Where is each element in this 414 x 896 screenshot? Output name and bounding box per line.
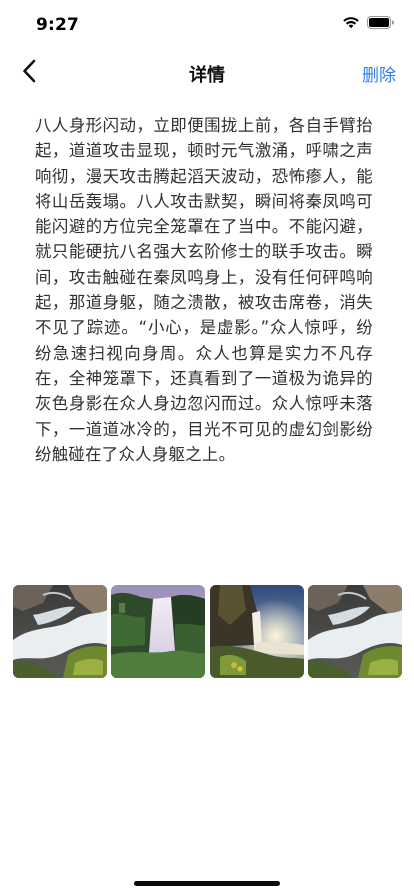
gallery-thumb-4[interactable] (307, 585, 402, 678)
waterfall-rocks-image (307, 585, 402, 678)
home-indicator[interactable] (134, 881, 280, 886)
waterfall-sunset-image (209, 585, 304, 678)
waterfall-rocks-image (13, 585, 107, 678)
battery-icon (367, 16, 394, 29)
skogafoss-waterfall-image (111, 585, 206, 678)
wifi-icon (342, 16, 360, 29)
status-bar: 9:27 (0, 0, 414, 47)
gallery-thumb-2[interactable] (111, 585, 206, 678)
status-time: 9:27 (36, 15, 80, 35)
page-title: 详情 (189, 65, 225, 86)
image-gallery (13, 585, 402, 678)
navigation-bar: 详情 删除 (0, 48, 414, 98)
delete-button[interactable]: 删除 (362, 61, 396, 86)
gallery-thumb-3[interactable] (209, 585, 304, 678)
gallery-thumb-1[interactable] (13, 585, 107, 678)
detail-text: 八人身形闪动，立即便围拢上前，各自手臂抬起，道道攻击显现，顿时元气激涌，呼啸之声… (35, 116, 373, 464)
status-icons (342, 16, 394, 29)
